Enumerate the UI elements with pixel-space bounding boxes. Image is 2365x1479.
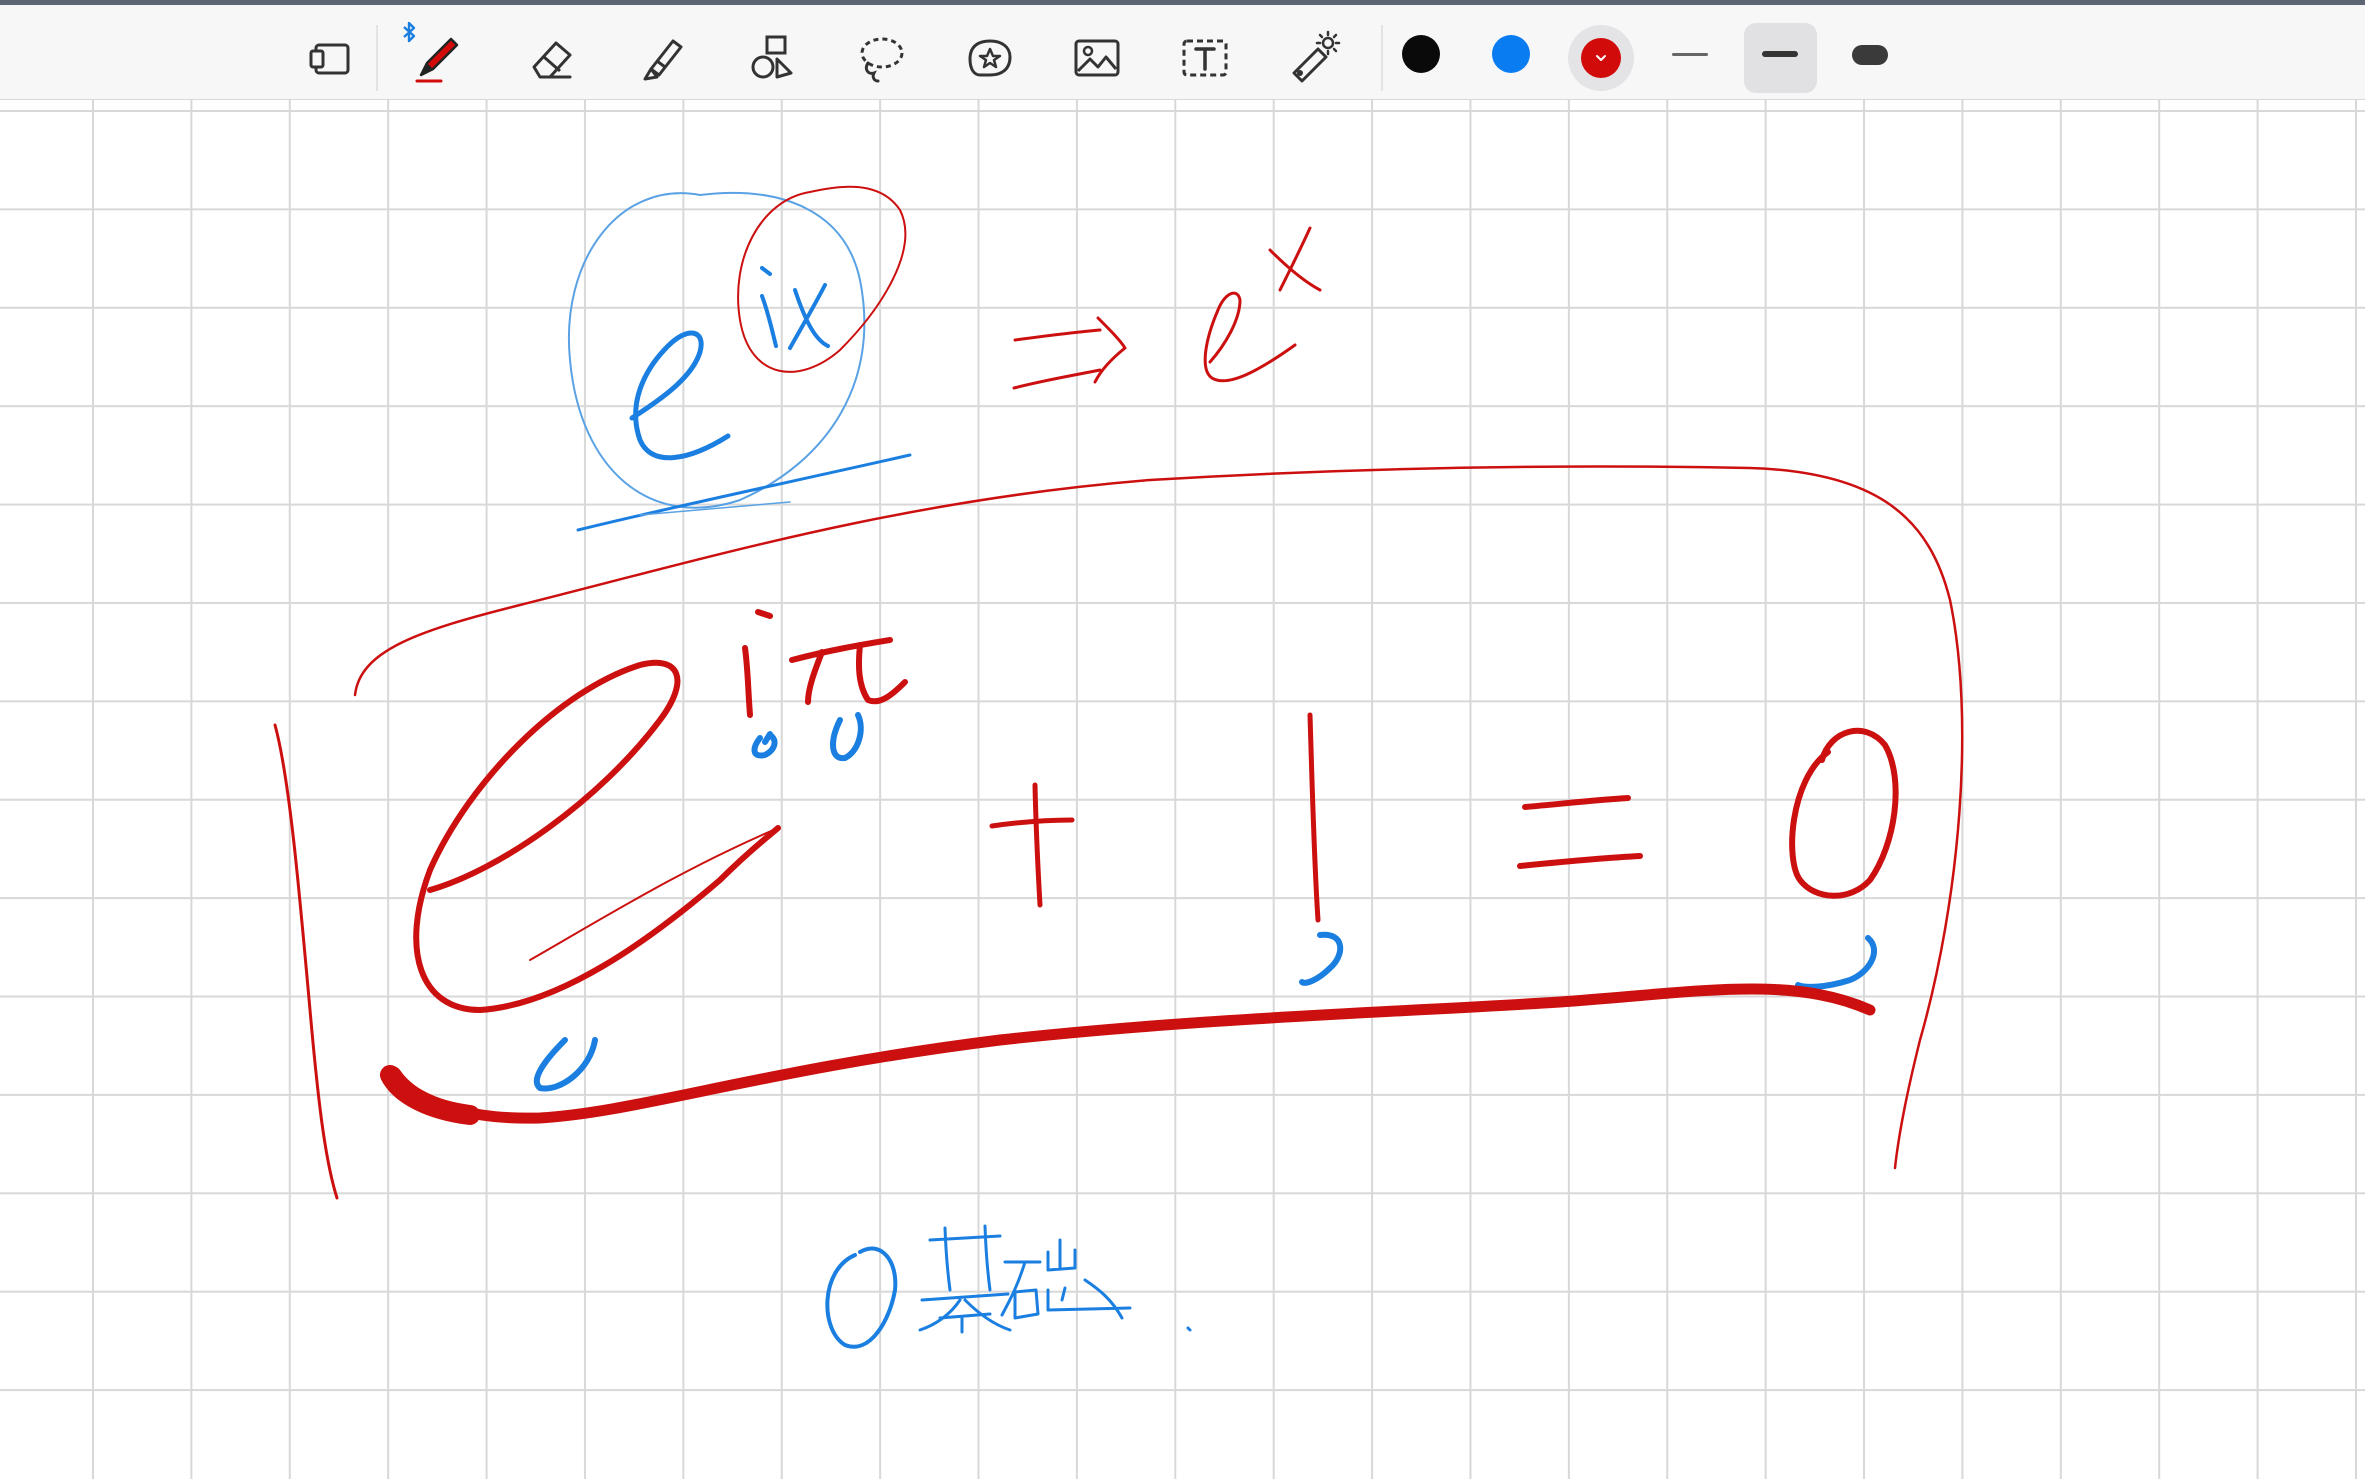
stroke-width-thick[interactable] <box>1852 45 1888 65</box>
lasso-button[interactable] <box>846 23 916 93</box>
grid-canvas[interactable] <box>0 100 2365 1479</box>
stroke-width-thin[interactable] <box>1672 53 1708 56</box>
eraser-button[interactable] <box>516 23 586 93</box>
page-layout-button[interactable] <box>296 23 366 93</box>
highlighter-button[interactable] <box>627 23 697 93</box>
chevron-down-icon <box>1596 55 1606 61</box>
laser-pointer-icon <box>1292 30 1341 83</box>
lasso-icon <box>860 37 904 83</box>
toolbar <box>0 5 2365 100</box>
shapes-icon <box>751 35 793 79</box>
text-box-icon <box>1182 39 1228 77</box>
pen-icon <box>415 37 459 83</box>
eraser-icon <box>532 41 572 79</box>
laser-pointer-button[interactable] <box>1278 23 1348 93</box>
sticker-button[interactable] <box>954 23 1024 93</box>
image-button[interactable] <box>1062 23 1132 93</box>
page-layout-icon <box>309 43 350 75</box>
pen-button[interactable] <box>401 23 471 93</box>
color-swatch-black[interactable] <box>1402 35 1440 73</box>
toolbar-divider <box>376 25 378 91</box>
toolbar-divider <box>1381 25 1383 91</box>
image-icon <box>1074 39 1120 77</box>
text-button[interactable] <box>1170 23 1240 93</box>
shapes-button[interactable] <box>737 23 807 93</box>
selected-stroke-highlight <box>1744 23 1817 93</box>
sticker-icon <box>968 39 1012 77</box>
highlighter-icon <box>643 39 683 81</box>
color-swatch-red[interactable] <box>1581 38 1621 78</box>
color-swatch-blue[interactable] <box>1492 35 1530 73</box>
stroke-width-medium[interactable] <box>1762 51 1798 57</box>
